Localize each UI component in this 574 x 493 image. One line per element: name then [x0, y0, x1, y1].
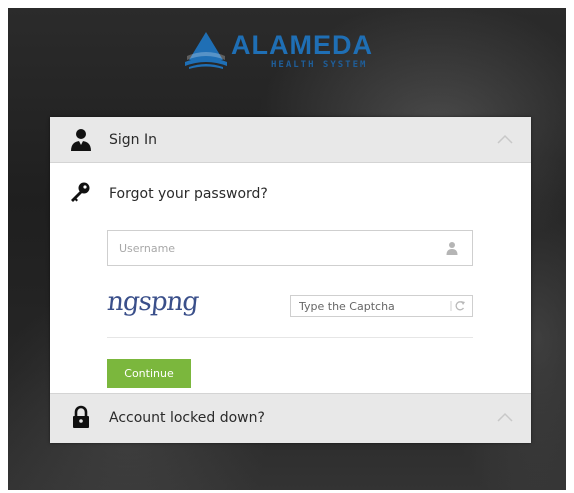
- username-field[interactable]: [107, 230, 473, 266]
- form-divider: [107, 337, 473, 338]
- username-input[interactable]: [108, 231, 438, 265]
- captcha-image: ngspng: [105, 287, 200, 317]
- captcha-field[interactable]: [290, 295, 473, 317]
- padlock-icon: [73, 405, 89, 428]
- sign-in-label: Sign In: [109, 132, 157, 148]
- logo-mark-icon: [185, 32, 227, 69]
- account-locked-label: Account locked down?: [109, 410, 265, 426]
- brand-subtitle: HEALTH SYSTEM: [271, 60, 368, 70]
- forgot-password-link[interactable]: Forgot your password?: [109, 186, 268, 202]
- background-photo: ALAMEDA HEALTH SYSTEM Sign In Forgot you…: [8, 8, 566, 490]
- key-icon: [71, 182, 90, 202]
- refresh-icon[interactable]: [450, 299, 468, 313]
- alameda-logo: ALAMEDA HEALTH SYSTEM: [183, 30, 403, 80]
- account-locked-header[interactable]: Account locked down?: [50, 393, 531, 443]
- brand-name: ALAMEDA: [231, 30, 373, 60]
- chevron-up-icon[interactable]: [497, 133, 513, 145]
- login-panel: Sign In Forgot your password? ngspng: [50, 117, 531, 443]
- captcha-input[interactable]: [291, 296, 441, 316]
- sign-in-header[interactable]: Sign In: [50, 117, 531, 163]
- user-silhouette-icon: [71, 129, 91, 151]
- continue-button[interactable]: Continue: [107, 359, 191, 388]
- chevron-up-icon[interactable]: [497, 411, 513, 423]
- user-icon: [446, 242, 458, 255]
